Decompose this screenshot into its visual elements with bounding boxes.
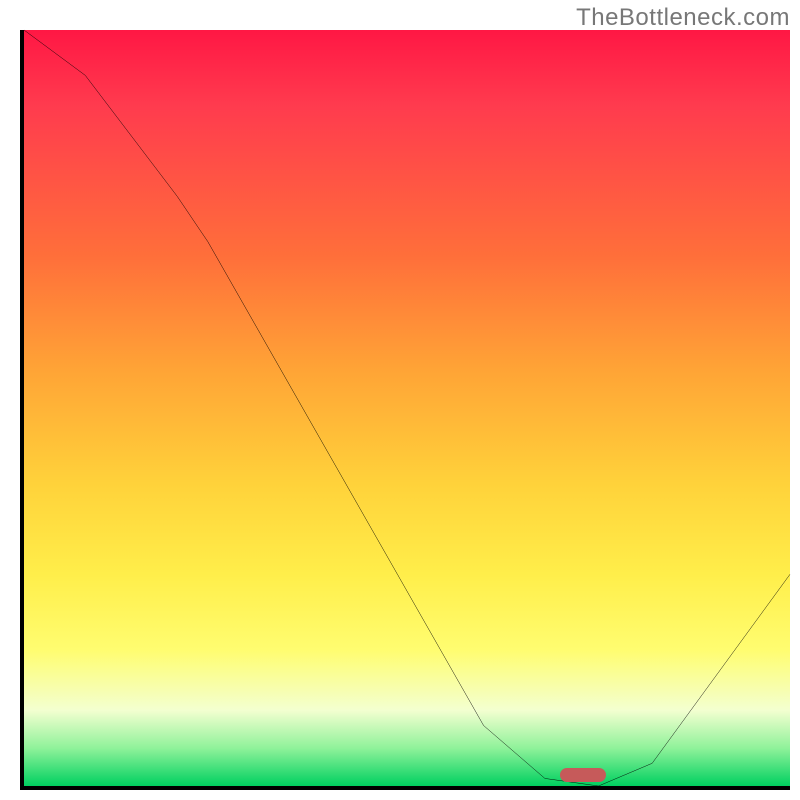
chart-frame: TheBottleneck.com — [0, 0, 800, 800]
curve-svg — [24, 30, 790, 786]
bottleneck-curve — [24, 30, 790, 786]
optimal-marker — [560, 768, 606, 782]
plot-area — [20, 30, 790, 790]
watermark-text: TheBottleneck.com — [576, 4, 790, 32]
